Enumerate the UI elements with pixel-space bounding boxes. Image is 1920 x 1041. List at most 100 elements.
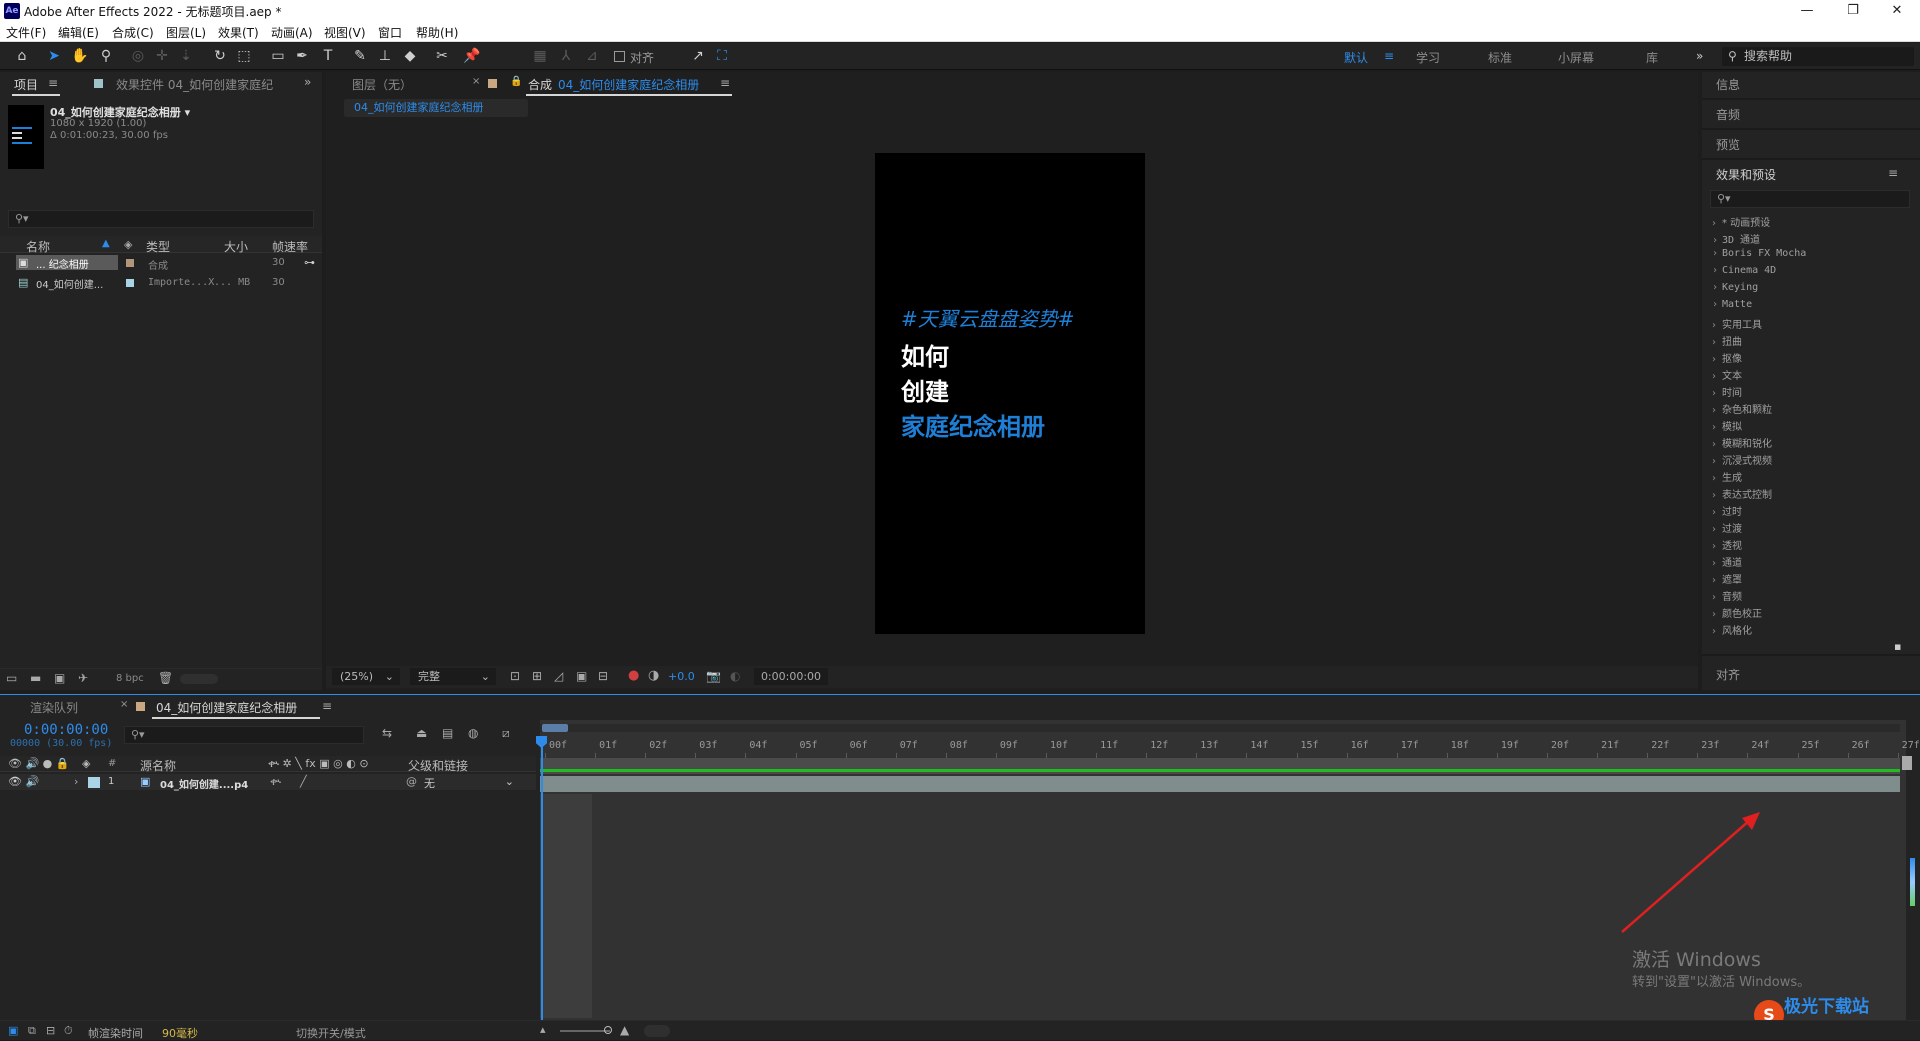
new-folder-icon[interactable]: ▬ [30, 671, 41, 685]
preview-panel-tab[interactable]: 预览 [1716, 136, 1740, 153]
workspace-small-screen[interactable]: 小屏幕 [1558, 49, 1594, 66]
minimize-button[interactable]: — [1784, 0, 1830, 22]
close-tab-icon[interactable]: × [472, 76, 480, 87]
zoom-in-icon[interactable]: ▲ [620, 1023, 629, 1037]
effects-category[interactable]: › Boris FX Mocha [1712, 248, 1806, 259]
brush-tool-icon[interactable]: ✎ [350, 47, 370, 65]
toggle-switches-modes[interactable]: 切换开关/模式 [296, 1025, 366, 1041]
align-checkbox[interactable] [614, 51, 625, 62]
effects-category[interactable]: › 时间 [1712, 384, 1742, 399]
align-panel-tab[interactable]: 对齐 [1716, 666, 1740, 683]
close-tab-icon[interactable]: × [120, 699, 128, 710]
transparency-grid-icon[interactable]: ⊞ [532, 669, 542, 683]
menu-edit[interactable]: 编辑(E) [58, 24, 99, 41]
zoom-slider[interactable] [560, 1030, 610, 1032]
effects-category[interactable]: › 实用工具 [1712, 316, 1762, 331]
lock-icon[interactable]: 🔒 [510, 76, 522, 87]
tab-comp-name[interactable]: 04_如何创建家庭纪念相册 [558, 76, 699, 93]
effects-category[interactable]: › 遮罩 [1712, 571, 1742, 586]
pan-tool-icon[interactable]: ✛ [152, 47, 172, 65]
maximize-button[interactable]: ❐ [1830, 0, 1876, 22]
comp-mini-flowchart-icon[interactable]: ⇆ [382, 726, 392, 740]
effects-category[interactable]: › 通道 [1712, 554, 1742, 569]
clone-stamp-icon[interactable]: ⊥ [375, 47, 395, 65]
in-out-icon[interactable]: ⊟ [46, 1024, 55, 1037]
menu-help[interactable]: 帮助(H) [416, 24, 458, 41]
panel-expand[interactable]: » [304, 75, 311, 89]
shy-switch-icon[interactable]: ቊ [270, 775, 281, 789]
resolution-dropdown[interactable]: 完整 ⌄ [410, 668, 496, 685]
effects-category[interactable]: › 扭曲 [1712, 333, 1742, 348]
effects-category[interactable]: › 生成 [1712, 469, 1742, 484]
effects-category[interactable]: › 杂色和颗粒 [1712, 401, 1772, 416]
rectangle-tool-icon[interactable]: ▭ [268, 47, 288, 65]
tab-project[interactable]: 项目 [14, 76, 38, 93]
bpc-label[interactable]: 8 bpc [116, 673, 144, 684]
snap-icon-b[interactable]: ⅄ [556, 47, 576, 65]
tab-render-queue[interactable]: 渲染队列 [30, 699, 78, 716]
timeline-search-input[interactable]: ⚲▾ [124, 726, 364, 744]
timeline-menu-icon[interactable]: ≡ [322, 699, 332, 713]
work-area-bar[interactable] [540, 724, 1900, 732]
color-channels-icon[interactable]: ● [628, 668, 639, 683]
thumbnail-slider[interactable] [180, 674, 218, 684]
col-type[interactable]: 类型 [146, 238, 170, 255]
current-time-indicator[interactable] [541, 736, 543, 1020]
tab-layer[interactable]: 图层（无） [352, 76, 412, 93]
effects-category[interactable]: › 沉浸式视频 [1712, 452, 1772, 467]
project-row-name[interactable]: ... 纪念相册 [36, 256, 89, 271]
quality-switch-icon[interactable]: ╱ [300, 775, 307, 788]
extend-icon[interactable]: ↗ [688, 47, 708, 65]
trash-icon[interactable]: 🗑 [158, 671, 173, 685]
menu-window[interactable]: 窗口 [378, 24, 402, 41]
pickwhip-icon[interactable]: @ [406, 775, 417, 788]
search-help-input[interactable]: ⚲ 搜索帮助 [1722, 47, 1914, 66]
effects-category[interactable]: › 透视 [1712, 537, 1742, 552]
col-parent-link[interactable]: 父级和链接 [408, 757, 468, 774]
effects-category[interactable]: › 模糊和锐化 [1712, 435, 1772, 450]
workspace-library[interactable]: 库 [1646, 49, 1658, 66]
menu-file[interactable]: 文件(F) [6, 24, 46, 41]
zoom-slider-knob[interactable] [604, 1026, 612, 1034]
project-menu-icon[interactable]: ≡ [48, 76, 58, 90]
effects-category[interactable]: › 过时 [1712, 503, 1742, 518]
rotate-tool-icon[interactable]: ↻ [210, 47, 230, 65]
col-size[interactable]: 大小 [224, 238, 248, 255]
snap-toggle-icon[interactable]: ⛶ [712, 47, 732, 65]
guides-icon[interactable]: ⊟ [598, 669, 608, 683]
effects-presets-title[interactable]: 效果和预设 [1716, 166, 1776, 183]
layer-visibility-icons[interactable]: 👁 🔊 [8, 775, 39, 788]
zoom-tool-icon[interactable]: ⚲ [96, 47, 116, 65]
frame-blending-icon[interactable]: ▤ [442, 726, 453, 740]
text-tool-icon[interactable]: T [318, 47, 338, 65]
home-icon[interactable]: ⌂ [12, 47, 32, 65]
parent-dropdown[interactable]: 无 ⌄ [424, 775, 514, 790]
layer-name[interactable]: 04_如何创建....p4 [160, 776, 248, 791]
effects-category[interactable]: › 3D 通道 [1712, 231, 1760, 246]
orbit-tool-icon[interactable]: ◎ [128, 47, 148, 65]
mask-icon[interactable]: ◿ [554, 669, 563, 683]
workspace-learn[interactable]: 学习 [1416, 49, 1440, 66]
workspace-more[interactable]: » [1696, 49, 1703, 63]
workspace-standard[interactable]: 标准 [1488, 49, 1512, 66]
region-icon[interactable]: ▣ [576, 669, 587, 683]
col-name[interactable]: 名称 [26, 238, 50, 255]
eraser-tool-icon[interactable]: ◆ [400, 47, 420, 65]
menu-layer[interactable]: 图层(L) [166, 24, 206, 41]
snap-icon-c[interactable]: ⊿ [582, 47, 602, 65]
flowchart-icon[interactable]: ⊶ [304, 256, 315, 269]
transfer-controls-icon[interactable]: ⧉ [28, 1024, 36, 1038]
render-time-icon[interactable]: ⏱ [64, 1024, 73, 1038]
tab-timeline-comp[interactable]: 04_如何创建家庭纪念相册 [156, 699, 297, 716]
menu-effect[interactable]: 效果(T) [218, 24, 259, 41]
snapshot-icon[interactable]: 📷 [706, 669, 721, 683]
render-icon[interactable]: ✈ [78, 671, 88, 685]
tab-effect-controls[interactable]: 效果控件 04_如何创建家庭纪 [116, 76, 273, 93]
workspace-menu-icon[interactable]: ≡ [1384, 49, 1394, 63]
roto-brush-icon[interactable]: ✂ [432, 47, 452, 65]
tab-comp-prefix[interactable]: 合成 [528, 76, 552, 93]
hand-tool-icon[interactable]: ✋ [70, 47, 90, 65]
effects-category[interactable]: › 过渡 [1712, 520, 1742, 535]
draft-3d-icon[interactable]: ⏏ [416, 726, 427, 740]
snap-icon-a[interactable]: ▦ [530, 47, 550, 65]
